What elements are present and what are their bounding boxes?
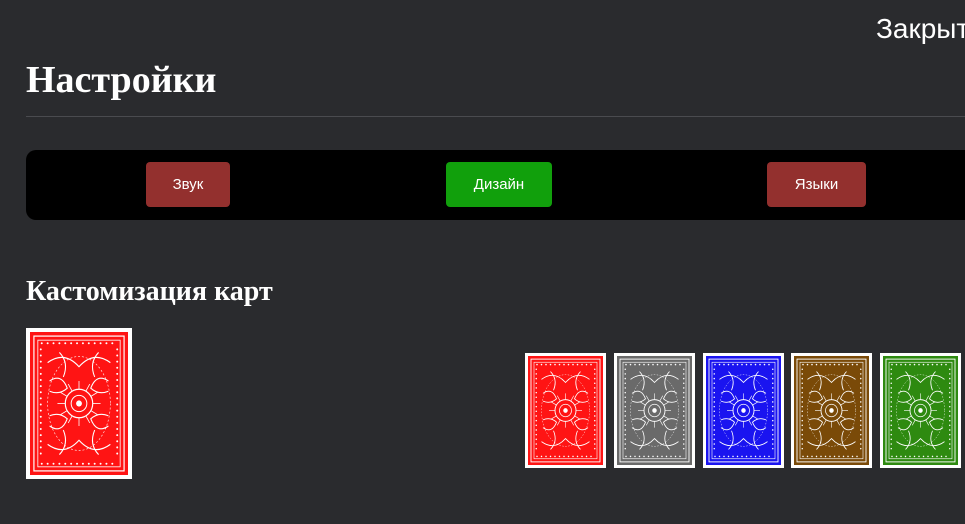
card-customization-title: Кастомизация карт [26, 276, 273, 307]
card-back-option-blue[interactable] [703, 353, 784, 468]
tab-design[interactable]: Дизайн [446, 162, 552, 207]
card-back-option-gray[interactable] [614, 353, 695, 468]
tab-languages[interactable]: Языки [767, 162, 866, 207]
tab-sound[interactable]: Звук [146, 162, 230, 207]
settings-tabs-bar: Звук Дизайн Языки [26, 150, 965, 220]
selected-card-back-preview [26, 328, 132, 479]
card-back-option-brown[interactable] [791, 353, 872, 468]
card-back-option-red[interactable] [525, 353, 606, 468]
page-title: Настройки [26, 59, 217, 101]
close-link[interactable]: Закрыть [876, 12, 965, 46]
title-divider [26, 116, 965, 117]
card-back-option-green[interactable] [880, 353, 961, 468]
